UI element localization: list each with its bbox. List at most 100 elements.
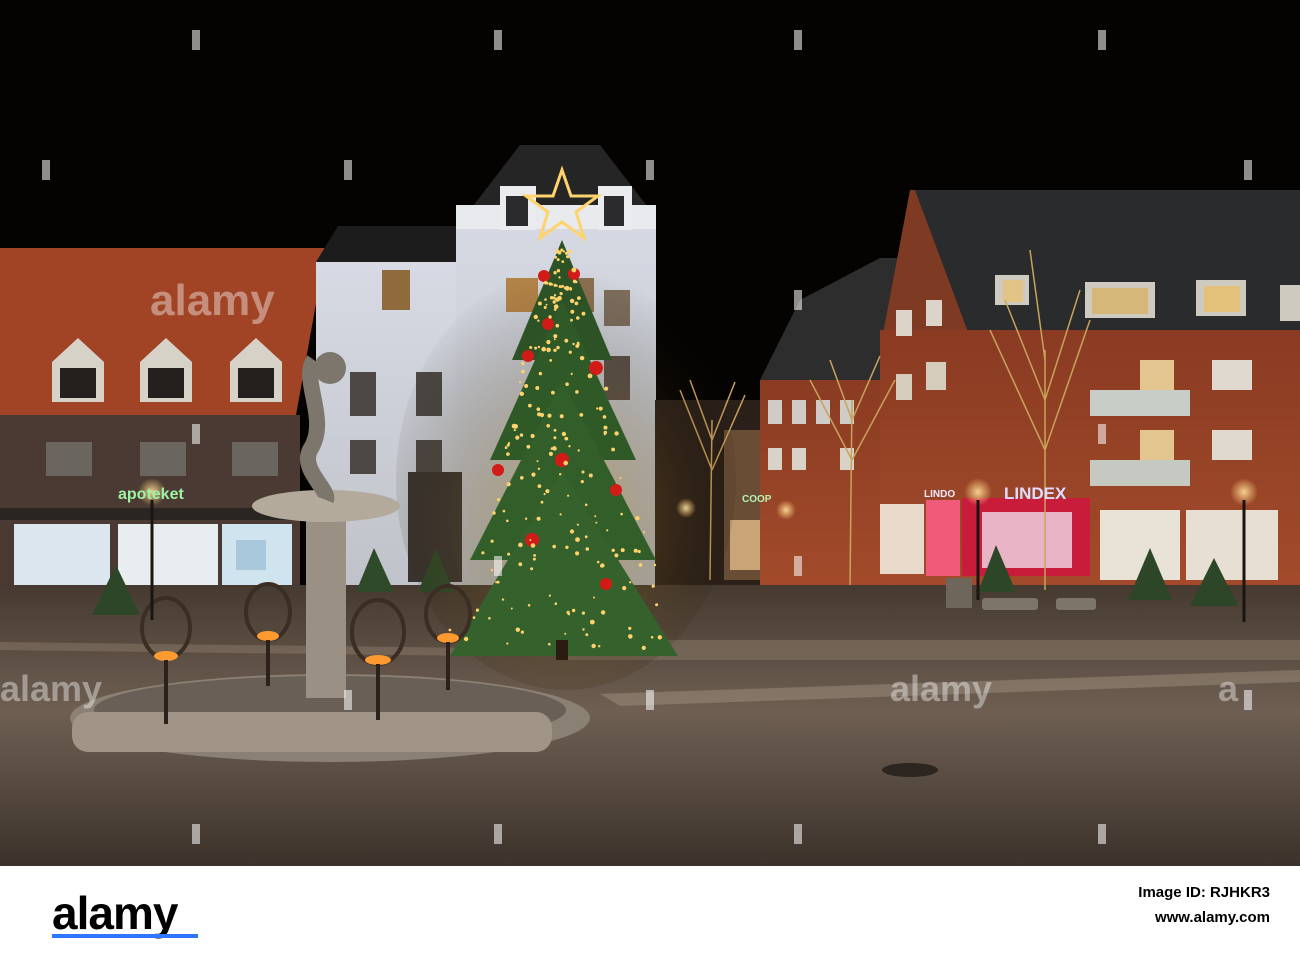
tree-light bbox=[521, 369, 525, 374]
tree-light bbox=[540, 500, 544, 504]
tree-light bbox=[545, 281, 549, 285]
tree-light bbox=[531, 472, 536, 477]
tree-light bbox=[628, 626, 632, 631]
tree-light bbox=[534, 346, 538, 350]
tree-light bbox=[548, 451, 554, 456]
tree-light bbox=[506, 452, 510, 456]
tree-light bbox=[561, 260, 565, 263]
tree-light bbox=[537, 467, 541, 470]
tree-light bbox=[519, 391, 524, 396]
tree-light bbox=[528, 403, 532, 408]
manhole-cover bbox=[882, 763, 938, 777]
tree-light bbox=[529, 539, 532, 541]
tree-light bbox=[559, 292, 563, 296]
tree-light bbox=[496, 580, 500, 584]
stock-image-page: alamy alamy alamy a apoteket COOP LINDO … bbox=[0, 0, 1300, 957]
tree-light bbox=[553, 447, 557, 451]
tree-light bbox=[536, 407, 541, 412]
tree-light bbox=[596, 560, 600, 564]
tree-light bbox=[538, 371, 543, 376]
tree-light bbox=[533, 314, 538, 320]
image-meta: Image ID: RJHKR3 www.alamy.com bbox=[1010, 884, 1270, 926]
tree-light bbox=[611, 548, 615, 552]
tree-light bbox=[653, 563, 657, 567]
alamy-watermark: alamy bbox=[890, 668, 993, 709]
tree-light bbox=[564, 338, 569, 343]
site-url[interactable]: www.alamy.com bbox=[1010, 909, 1270, 926]
tree-light bbox=[587, 373, 593, 379]
tree-light bbox=[541, 346, 546, 352]
tree-light bbox=[619, 477, 622, 479]
tree-light bbox=[518, 542, 523, 548]
tree-light bbox=[580, 480, 584, 484]
tree-light bbox=[553, 428, 557, 432]
tree-light bbox=[553, 348, 557, 352]
tree-light bbox=[575, 537, 580, 542]
tree-light bbox=[570, 318, 573, 322]
tree-light bbox=[554, 602, 558, 605]
tree-light bbox=[559, 473, 562, 476]
alamy-watermark: alamy bbox=[150, 276, 275, 325]
tree-light bbox=[536, 516, 541, 521]
tree-light bbox=[559, 513, 562, 516]
tree-light bbox=[565, 251, 569, 255]
tree-light bbox=[518, 562, 523, 567]
tree-light bbox=[576, 523, 580, 526]
tree-light bbox=[555, 323, 560, 328]
tree-light bbox=[552, 300, 556, 304]
tree-light bbox=[506, 482, 511, 487]
tree-light bbox=[530, 433, 535, 439]
tree-light bbox=[537, 484, 542, 488]
tree-light bbox=[581, 611, 586, 615]
tree-light bbox=[572, 342, 575, 346]
tree-light bbox=[515, 435, 520, 440]
tree-light bbox=[549, 359, 553, 362]
tree-light bbox=[603, 433, 607, 436]
tree-light bbox=[606, 529, 609, 532]
tree-light bbox=[554, 255, 558, 259]
tree-light bbox=[448, 628, 452, 632]
tree-light bbox=[603, 425, 608, 430]
tree-light bbox=[490, 568, 493, 572]
tree-light bbox=[520, 630, 525, 634]
tree-light bbox=[551, 390, 555, 395]
tree-light bbox=[614, 553, 619, 558]
tree-light bbox=[581, 470, 585, 474]
tree-light bbox=[569, 298, 575, 304]
tree-light bbox=[546, 424, 550, 428]
tree-light bbox=[589, 619, 595, 625]
tree-light bbox=[570, 309, 575, 314]
tree-light bbox=[481, 551, 485, 555]
tree-light bbox=[598, 645, 601, 648]
tree-light bbox=[543, 493, 546, 496]
tree-light bbox=[635, 516, 640, 521]
tree-light bbox=[633, 548, 638, 553]
tree-light bbox=[564, 632, 567, 635]
tree-light bbox=[611, 447, 615, 452]
tree-light bbox=[563, 460, 568, 466]
tree-light bbox=[548, 594, 552, 597]
tree-light bbox=[547, 340, 551, 343]
tree-light bbox=[553, 436, 557, 440]
alamy-logo[interactable]: alamy bbox=[52, 886, 178, 940]
tree-light bbox=[555, 249, 560, 254]
tree-light bbox=[651, 584, 655, 588]
tree-light bbox=[564, 436, 569, 441]
tree-light bbox=[571, 608, 576, 613]
tree-light bbox=[575, 390, 579, 394]
tree-light bbox=[614, 431, 619, 436]
tree-light bbox=[472, 616, 476, 619]
tree-light bbox=[537, 319, 540, 322]
tree-light bbox=[537, 301, 542, 306]
tree-light bbox=[585, 547, 590, 551]
tree-light bbox=[575, 344, 580, 348]
tree-light bbox=[492, 511, 496, 515]
tree-light bbox=[555, 297, 560, 302]
tree-light bbox=[577, 296, 581, 300]
tree-light bbox=[521, 361, 525, 366]
tree-light bbox=[553, 334, 558, 339]
tree-light bbox=[556, 269, 561, 273]
tree-light bbox=[526, 444, 531, 449]
tree-light bbox=[550, 447, 554, 450]
tree-light bbox=[570, 372, 573, 375]
